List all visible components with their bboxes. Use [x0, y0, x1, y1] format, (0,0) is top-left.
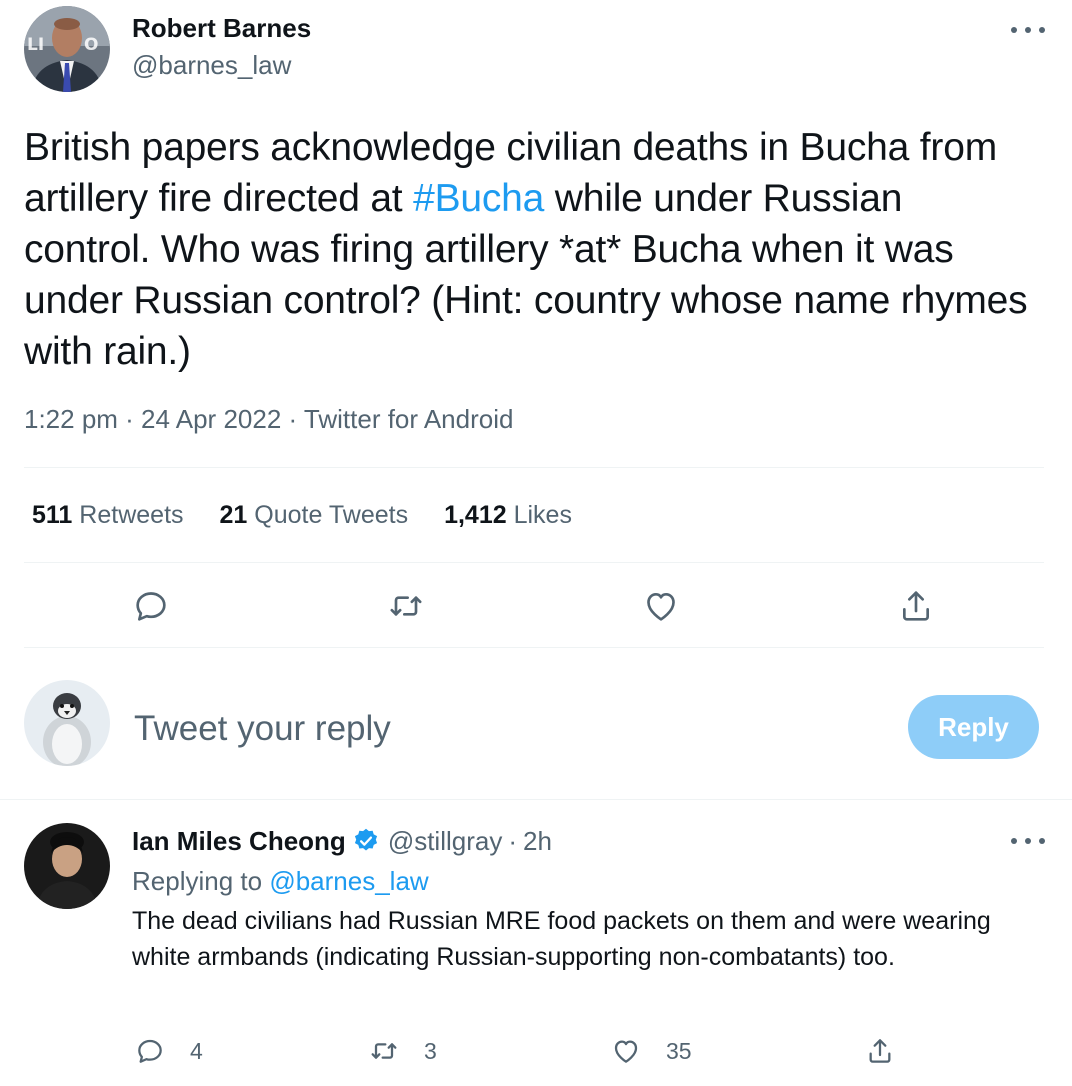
dot-icon: [1025, 838, 1031, 844]
author-name[interactable]: Robert Barnes: [132, 12, 311, 44]
retweet-icon[interactable]: [386, 586, 426, 626]
more-options-icon[interactable]: [1011, 20, 1045, 40]
reply-input[interactable]: [134, 706, 874, 752]
dot-icon: [1039, 838, 1045, 844]
divider: [0, 799, 1072, 800]
likes-count: 1,412: [444, 501, 507, 529]
replying-to: Replying to @barnes_law: [132, 864, 429, 898]
divider: [24, 467, 1044, 468]
reply-more-options-icon[interactable]: [1011, 831, 1045, 851]
replying-to-label: Replying to: [132, 866, 263, 896]
like-icon: [610, 1035, 642, 1067]
retweets-stat[interactable]: 511 Retweets: [32, 498, 184, 532]
divider: [24, 562, 1044, 563]
reply-author-name[interactable]: Ian Miles Cheong: [132, 824, 346, 858]
retweets-label: Retweets: [79, 501, 184, 529]
my-avatar[interactable]: [24, 680, 110, 766]
reply-author-avatar[interactable]: [24, 823, 110, 909]
separator: ·: [508, 826, 518, 856]
likes-stat[interactable]: 1,412 Likes: [444, 498, 572, 532]
reply-timestamp[interactable]: 2h: [523, 824, 552, 858]
reply-button[interactable]: Reply: [908, 695, 1039, 759]
tweet-text: British papers acknowledge civilian deat…: [24, 122, 1034, 377]
retweets-count: 511: [32, 501, 73, 529]
tweet-meta[interactable]: 1:22 pm · 24 Apr 2022 · Twitter for Andr…: [24, 402, 513, 436]
retweet-icon: [368, 1035, 400, 1067]
likes-label: Likes: [513, 501, 572, 529]
share-icon: [864, 1035, 896, 1067]
reply-author-handle[interactable]: @stillgray: [388, 824, 503, 858]
replying-to-mention[interactable]: @barnes_law: [269, 866, 428, 896]
divider: [24, 647, 1044, 648]
reply-reply-action[interactable]: 4: [134, 1035, 203, 1067]
retweet-count: 3: [424, 1038, 437, 1064]
share-icon[interactable]: [896, 586, 936, 626]
reply-retweet-action[interactable]: 3: [368, 1035, 437, 1067]
quote-tweets-stat[interactable]: 21 Quote Tweets: [220, 498, 409, 532]
verified-badge-icon: [352, 827, 380, 855]
reply-text: The dead civilians had Russian MRE food …: [132, 907, 991, 971]
svg-text:LI: LI: [27, 35, 44, 55]
dot-icon: [1039, 27, 1045, 33]
reply-like-action[interactable]: 35: [610, 1035, 692, 1067]
reply-share-action[interactable]: [864, 1035, 896, 1067]
reply-icon: [134, 1035, 166, 1067]
like-icon[interactable]: [641, 586, 681, 626]
svg-text:O: O: [84, 35, 98, 55]
hashtag-link[interactable]: #Bucha: [413, 177, 544, 220]
quote-tweets-label: Quote Tweets: [254, 501, 409, 529]
reply-icon[interactable]: [131, 586, 171, 626]
dot-icon: [1011, 27, 1017, 33]
dot-icon: [1025, 27, 1031, 33]
author-avatar[interactable]: LI O: [24, 6, 110, 92]
like-count: 35: [666, 1038, 692, 1064]
reply-count: 4: [190, 1038, 203, 1064]
reply-header: Ian Miles Cheong @stillgray · 2h: [132, 824, 552, 858]
quote-tweets-count: 21: [219, 501, 248, 529]
author-handle[interactable]: @barnes_law: [132, 49, 291, 81]
tweet-stats: 511 Retweets 21 Quote Tweets 1,412 Likes: [32, 498, 608, 532]
dot-icon: [1011, 838, 1017, 844]
